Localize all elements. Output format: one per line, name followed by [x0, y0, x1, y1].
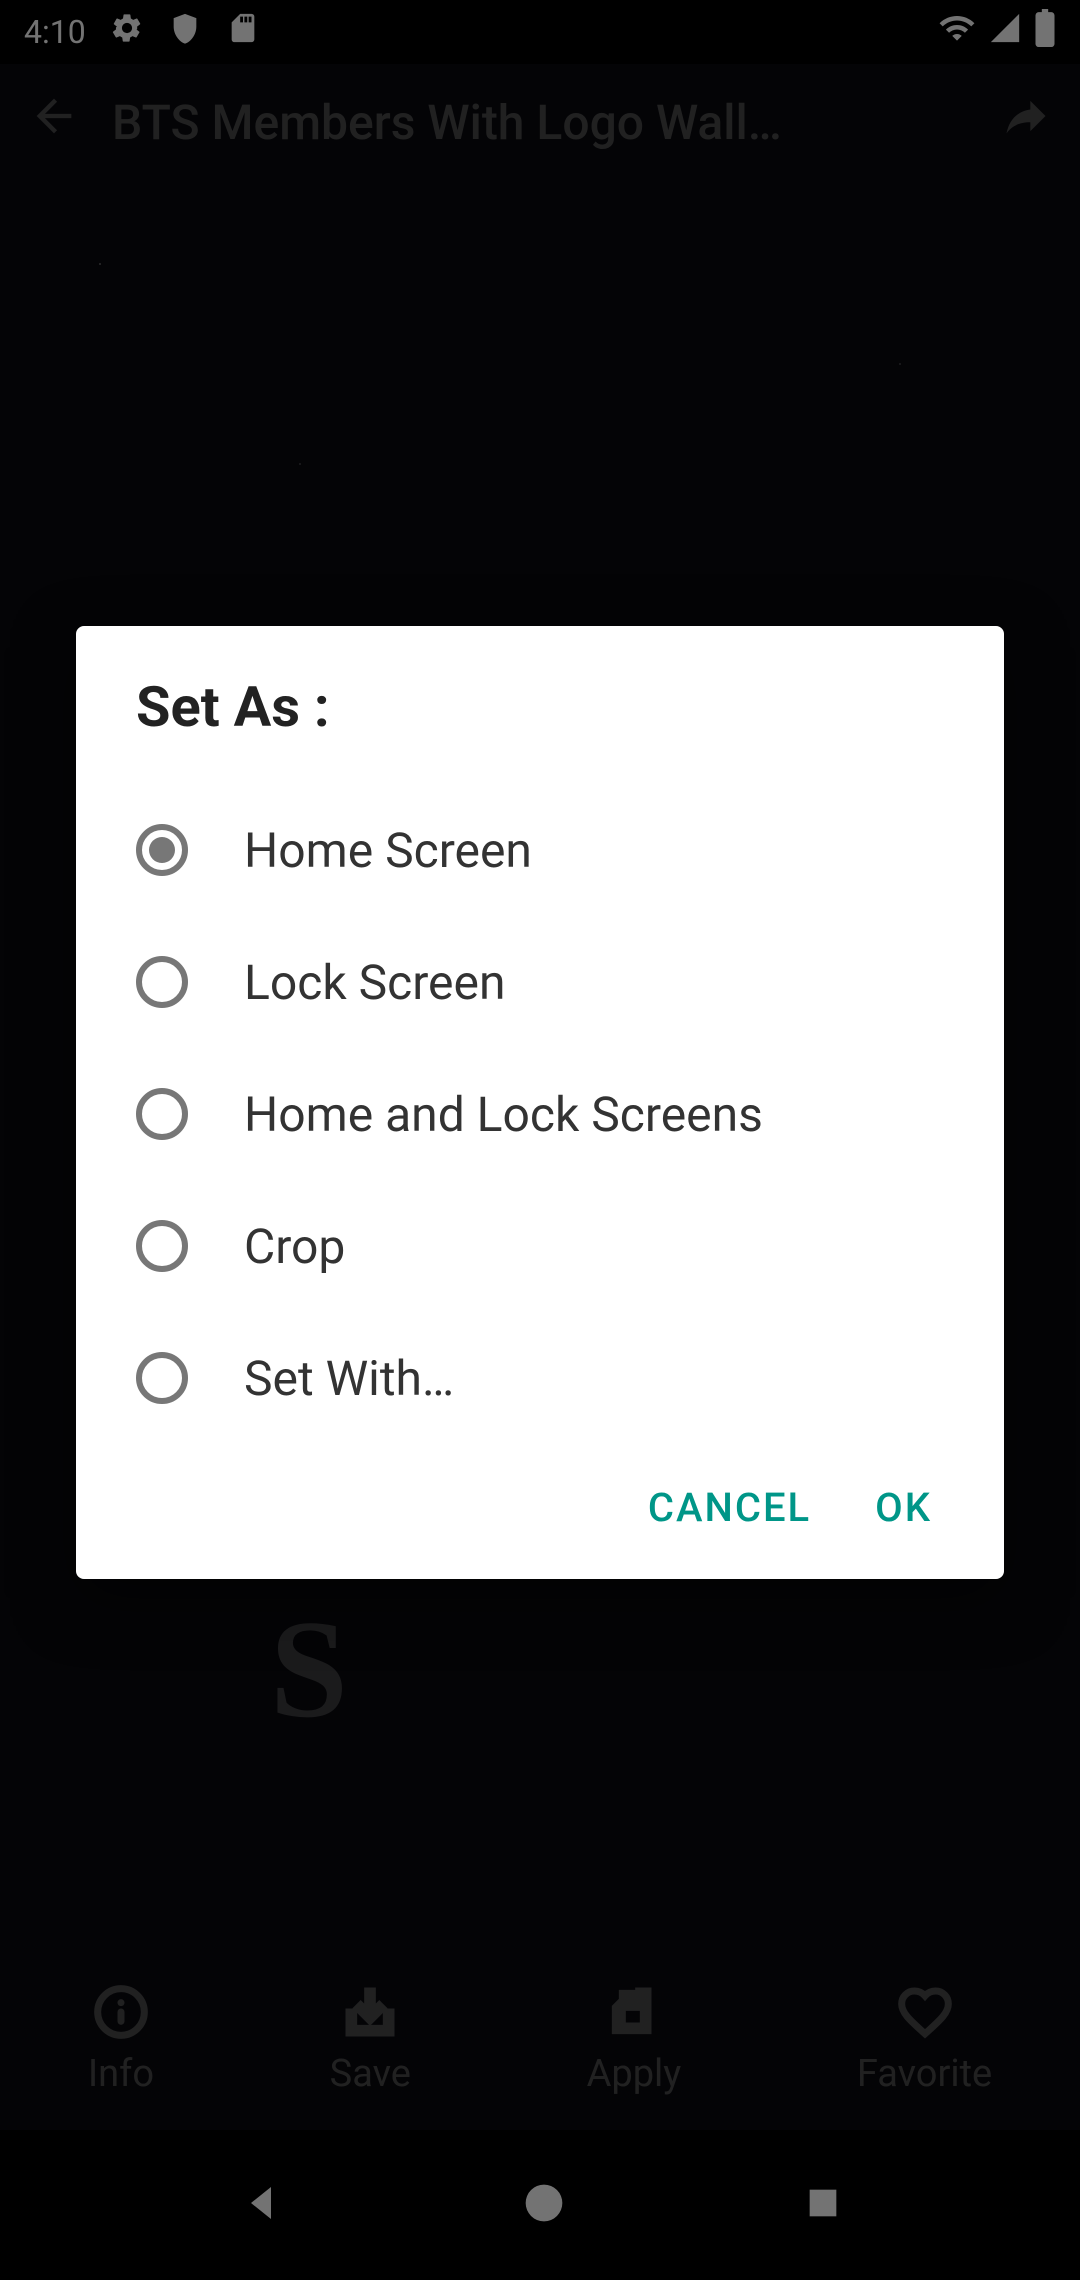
radio-icon — [136, 1220, 188, 1272]
dialog-title: Set As : — [76, 674, 1004, 768]
radio-option-set-with[interactable]: Set With… — [76, 1312, 1004, 1444]
radio-option-home-screen[interactable]: Home Screen — [76, 784, 1004, 916]
radio-option-crop[interactable]: Crop — [76, 1180, 1004, 1312]
radio-label: Home Screen — [244, 822, 532, 879]
cancel-button[interactable]: CANCEL — [648, 1484, 811, 1531]
radio-label: Crop — [244, 1218, 345, 1275]
set-as-dialog: Set As : Home Screen Lock Screen Home an… — [76, 626, 1004, 1579]
dialog-button-row: CANCEL OK — [76, 1460, 1004, 1555]
radio-icon — [136, 1088, 188, 1140]
ok-button[interactable]: OK — [875, 1484, 932, 1531]
radio-icon — [136, 956, 188, 1008]
radio-option-lock-screen[interactable]: Lock Screen — [76, 916, 1004, 1048]
radio-option-home-lock-screens[interactable]: Home and Lock Screens — [76, 1048, 1004, 1180]
radio-label: Home and Lock Screens — [244, 1086, 763, 1143]
radio-list: Home Screen Lock Screen Home and Lock Sc… — [76, 768, 1004, 1460]
radio-label: Lock Screen — [244, 954, 505, 1011]
radio-label: Set With… — [244, 1350, 454, 1407]
radio-icon — [136, 824, 188, 876]
radio-icon — [136, 1352, 188, 1404]
